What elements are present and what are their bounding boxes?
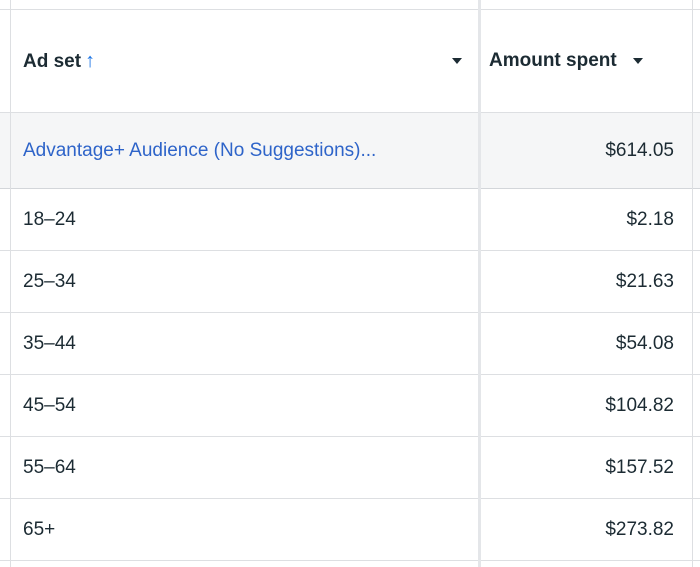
summary-amount: $614.05 [605, 139, 674, 161]
summary-row: Advantage+ Audience (No Suggestions)... … [0, 113, 700, 189]
amount-column-dropdown-icon[interactable] [632, 58, 643, 64]
adset-header-text: Ad set ↑ [23, 50, 95, 73]
table-row: 35–44 $54.08 [0, 313, 700, 375]
table-row: 55–64 $157.52 [0, 437, 700, 499]
row-adset: 18–24 [23, 208, 76, 230]
adset-header-label: Ad set [23, 50, 82, 72]
row-adset: 55–64 [23, 456, 76, 478]
table-row: 25–34 $21.63 [0, 251, 700, 313]
row-amount: $54.08 [615, 332, 674, 354]
row-amount: $104.82 [605, 394, 674, 416]
row-amount: $157.52 [605, 456, 674, 478]
table-header-row: Ad set ↑ Amount spent [0, 10, 700, 113]
column-divider-right [692, 0, 693, 567]
amount-header-label: Amount spent [489, 50, 617, 71]
sort-ascending-icon[interactable]: ↑ [85, 50, 95, 72]
row-amount: $21.63 [615, 270, 674, 292]
row-adset: 35–44 [23, 332, 76, 354]
table-row: 45–54 $104.82 [0, 375, 700, 437]
adset-column-dropdown-icon[interactable] [452, 58, 462, 64]
adset-column-header[interactable]: Ad set ↑ [10, 10, 476, 112]
summary-adset-link[interactable]: Advantage+ Audience (No Suggestions)... [10, 113, 476, 188]
ads-table: Ad set ↑ Amount spent Advantage+ Audience… [0, 0, 700, 567]
column-resize-handle[interactable] [478, 0, 481, 567]
table-row: 65+ $273.82 [0, 499, 700, 561]
column-divider-left [10, 0, 11, 567]
row-amount: $2.18 [626, 208, 674, 230]
row-adset: 65+ [23, 518, 56, 540]
table-row: 18–24 $2.18 [0, 189, 700, 251]
row-adset: 25–34 [23, 270, 76, 292]
row-amount: $273.82 [605, 518, 674, 540]
amount-column-header[interactable]: Amount spent [480, 10, 692, 112]
row-adset: 45–54 [23, 394, 76, 416]
table-top-border [0, 0, 700, 10]
